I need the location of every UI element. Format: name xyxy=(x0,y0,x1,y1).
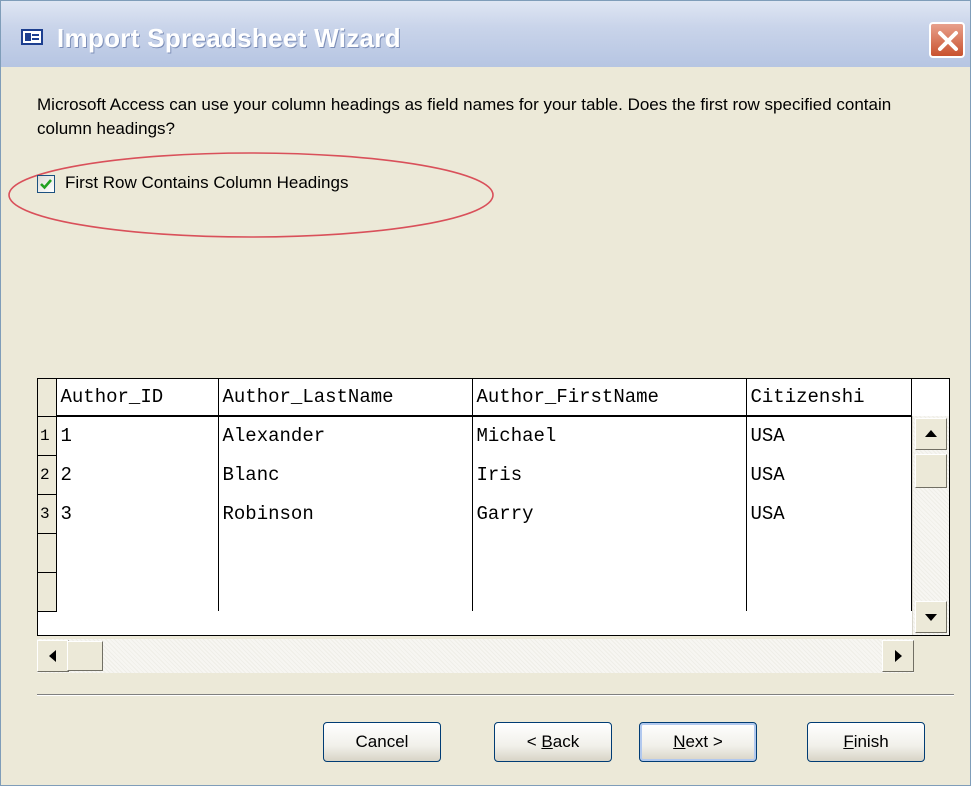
horizontal-scroll-thumb[interactable] xyxy=(67,641,103,671)
finish-button-label: inish xyxy=(853,732,889,751)
table-row-empty xyxy=(38,572,912,612)
row-number[interactable] xyxy=(38,533,57,573)
column-header[interactable]: Author_FirstName xyxy=(472,379,747,417)
import-wizard-window: Import Spreadsheet Wizard Microsoft Acce… xyxy=(0,0,971,786)
title-bar: Import Spreadsheet Wizard xyxy=(1,1,970,67)
scroll-left-button[interactable] xyxy=(37,640,69,672)
table-row: 3 3 Robinson Garry USA xyxy=(38,494,912,534)
next-button-label: ext > xyxy=(685,732,723,751)
window-title: Import Spreadsheet Wizard xyxy=(57,23,401,53)
table-cell xyxy=(746,572,912,611)
row-number[interactable] xyxy=(38,572,57,612)
table-cell xyxy=(218,533,473,572)
table-cell xyxy=(56,533,219,572)
scroll-down-button[interactable] xyxy=(915,601,947,633)
finish-button-mnemonic: F xyxy=(843,732,854,751)
table-cell: USA xyxy=(746,455,912,494)
cancel-button[interactable]: Cancel xyxy=(323,722,441,762)
horizontal-scrollbar[interactable] xyxy=(37,639,914,673)
close-icon xyxy=(938,31,958,51)
button-divider xyxy=(37,694,954,696)
scroll-right-button[interactable] xyxy=(882,640,914,672)
column-header[interactable]: Author_ID xyxy=(56,379,219,417)
back-button[interactable]: < Back xyxy=(494,722,612,762)
back-button-prefix: < xyxy=(526,732,542,751)
row-number[interactable]: 3 xyxy=(38,494,57,534)
table-cell: 2 xyxy=(56,455,219,494)
table-cell xyxy=(218,572,473,611)
scroll-down-icon xyxy=(925,614,937,621)
scroll-left-icon xyxy=(49,650,56,662)
next-button-mnemonic: N xyxy=(673,732,686,751)
first-row-headings-label[interactable]: First Row Contains Column Headings xyxy=(65,173,348,193)
next-button[interactable]: Next > xyxy=(639,722,757,762)
row-number[interactable]: 2 xyxy=(38,455,57,495)
table-cell: Alexander xyxy=(218,416,473,455)
back-button-mnemonic: B xyxy=(541,732,553,751)
table-cell: Robinson xyxy=(218,494,473,533)
cancel-button-label: Cancel xyxy=(355,732,409,751)
close-button[interactable] xyxy=(929,22,965,58)
scroll-right-icon xyxy=(895,650,902,662)
header-row: Author_ID Author_LastName Author_FirstNa… xyxy=(38,379,912,417)
back-button-label: ack xyxy=(552,732,580,751)
table-cell: 3 xyxy=(56,494,219,533)
app-icon xyxy=(21,29,43,45)
highlight-ellipse xyxy=(8,152,494,238)
table-cell xyxy=(472,533,747,572)
table-cell: Iris xyxy=(472,455,747,494)
table-row: 1 1 Alexander Michael USA xyxy=(38,416,912,456)
vertical-scrollbar[interactable] xyxy=(912,416,949,635)
table-cell: Garry xyxy=(472,494,747,533)
table-cell xyxy=(472,572,747,611)
row-number[interactable]: 1 xyxy=(38,416,57,456)
preview-table: Author_ID Author_LastName Author_FirstNa… xyxy=(38,379,912,612)
table-cell xyxy=(746,533,912,572)
vertical-scroll-thumb[interactable] xyxy=(915,454,947,488)
corner-cell xyxy=(38,379,57,417)
table-cell: USA xyxy=(746,494,912,533)
scroll-up-icon xyxy=(925,430,937,437)
description-text: Microsoft Access can use your column hea… xyxy=(37,95,892,138)
table-cell: Michael xyxy=(472,416,747,455)
checkmark-icon xyxy=(40,179,52,190)
finish-button[interactable]: Finish xyxy=(807,722,925,762)
first-row-headings-checkbox[interactable] xyxy=(37,175,55,193)
table-row-empty xyxy=(38,533,912,573)
column-header[interactable]: Citizenshi xyxy=(746,379,912,417)
table-row: 2 2 Blanc Iris USA xyxy=(38,455,912,495)
table-cell: Blanc xyxy=(218,455,473,494)
table-cell: 1 xyxy=(56,416,219,455)
table-cell: USA xyxy=(746,416,912,455)
scroll-up-button[interactable] xyxy=(915,418,947,450)
table-cell xyxy=(56,572,219,611)
preview-grid[interactable]: Author_ID Author_LastName Author_FirstNa… xyxy=(37,378,950,636)
column-header[interactable]: Author_LastName xyxy=(218,379,473,417)
